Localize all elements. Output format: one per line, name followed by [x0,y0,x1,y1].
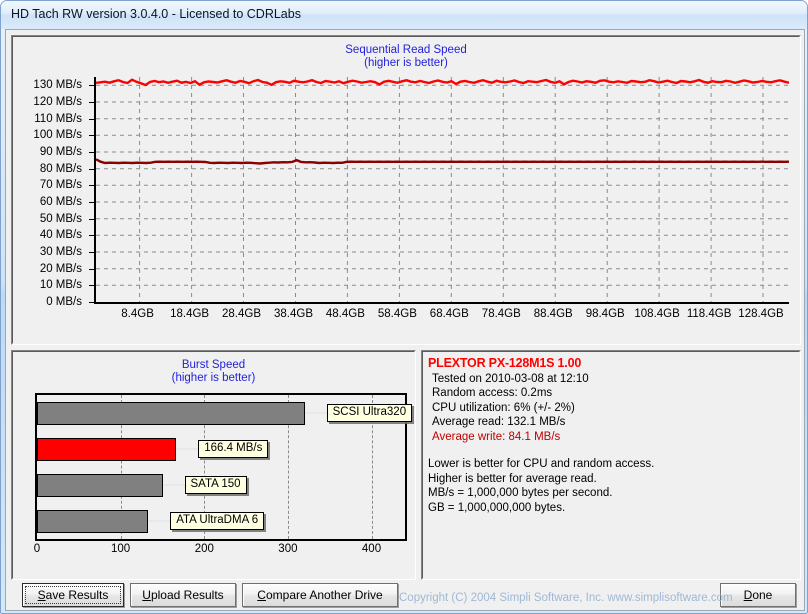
x-axis-label: 98.4GB [586,308,625,320]
y-axis-label: 20 MB/s [40,263,82,275]
y-axis-label: 0 MB/s [46,296,82,308]
results-stat-line: CPU utilization: 6% (+/- 2%) [428,401,795,416]
burst-speed-title: Burst Speed [12,359,415,372]
results-stat-line: Random access: 0.2ms [428,386,795,401]
y-axis-label: 90 MB/s [40,146,82,158]
x-axis-label: 18.4GB [170,308,209,320]
x-axis-label: 88.4GB [534,308,573,320]
y-axis-label: 40 MB/s [40,229,82,241]
x-axis-label: 38.4GB [274,308,313,320]
burst-bar [37,402,305,425]
accel-key: C [257,588,266,602]
upload-results-button[interactable]: Upload Results [130,583,236,607]
save-results-button[interactable]: Save Results [22,583,124,607]
y-axis-label: 70 MB/s [40,179,82,191]
y-axis-label: 110 MB/s [34,113,82,125]
burst-speed-panel: Burst Speed (higher is better) SCSI Ultr… [11,350,416,580]
upload-results-label: Upload Results [142,588,223,602]
burst-bar-label: ATA UltraDMA 6 [170,512,264,530]
results-note-line: GB = 1,000,000,000 bytes. [428,501,795,516]
burst-bar-label: SATA 150 [185,476,247,494]
burst-bar [37,438,176,461]
drive-model-name: PLEXTOR PX-128M1S 1.00 [428,356,795,371]
y-axis-label: 60 MB/s [40,196,82,208]
copyright-notice: Copyright (C) 2004 Simpli Software, Inc.… [399,592,709,604]
results-note-line: Lower is better for CPU and random acces… [428,457,795,472]
sequential-read-plot-wrap [94,77,789,304]
results-panel: PLEXTOR PX-128M1S 1.00 Tested on 2010-03… [421,350,801,580]
burst-leader-line [148,520,170,522]
burst-x-axis-label: 300 [278,543,297,555]
y-axis-label: 50 MB/s [40,213,82,225]
burst-x-axis-label: 200 [195,543,214,555]
accel-key: D [744,588,753,602]
sequential-read-svg [96,77,789,302]
results-stats-list: Tested on 2010-03-08 at 12:10Random acce… [428,372,795,430]
y-axis-label: 130 MB/s [33,79,82,91]
burst-speed-plot-wrap: SCSI Ultra320166.4 MB/sSATA 150ATA Ultra… [35,393,407,541]
burst-speed-subtitle: (higher is better) [12,372,415,385]
burst-leader-line [305,412,327,414]
results-note-line: MB/s = 1,000,000 bytes per second. [428,486,795,501]
results-note-line: Higher is better for average read. [428,472,795,487]
burst-x-axis-label: 400 [362,543,381,555]
y-axis-label: 120 MB/s [33,96,82,108]
focus-ring [25,586,121,604]
burst-x-axis-label: 100 [111,543,130,555]
x-axis-label: 68.4GB [430,308,469,320]
x-axis-label: 58.4GB [378,308,417,320]
burst-bar [37,510,148,533]
x-axis-label: 48.4GB [326,308,365,320]
sequential-read-title-block: Sequential Read Speed (higher is better) [12,44,800,70]
burst-speed-x-axis: 0 100 200 300 400 [35,543,415,561]
burst-x-axis-label: 0 [34,543,40,555]
title-bar: HD Tach RW version 3.0.4.0 - Licensed to… [1,1,807,29]
burst-leader-line [163,484,185,486]
sequential-read-panel: Sequential Read Speed (higher is better)… [11,35,801,345]
compare-another-drive-label: Compare Another Drive [257,588,382,602]
results-stat-line: Tested on 2010-03-08 at 12:10 [428,372,795,387]
client-area: Sequential Read Speed (higher is better)… [5,29,805,611]
burst-bar-label: 166.4 MB/s [198,440,268,458]
x-axis-label: 78.4GB [482,308,521,320]
x-axis-label: 8.4GB [121,308,154,320]
y-axis-label: 80 MB/s [40,163,82,175]
sequential-read-plot [94,77,789,304]
compare-another-drive-button[interactable]: Compare Another Drive [242,583,398,607]
sequential-read-x-axis: 8.4GB 18.4GB 28.4GB 38.4GB 48.4GB 58.4GB 68.4G… [94,308,794,328]
window-title: HD Tach RW version 3.0.4.0 - Licensed to… [11,7,301,21]
y-axis-label: 100 MB/s [33,129,82,141]
burst-leader-line [176,448,198,450]
app-window: HD Tach RW version 3.0.4.0 - Licensed to… [0,0,808,614]
results-stat-line: Average read: 132.1 MB/s [428,415,795,430]
sequential-read-title: Sequential Read Speed [12,44,800,57]
results-spacer [428,444,795,457]
sequential-read-subtitle: (higher is better) [12,57,800,70]
average-write-stat: Average write: 84.1 MB/s [428,430,795,445]
x-axis-label: 108.4GB [634,308,679,320]
burst-speed-plot: SCSI Ultra320166.4 MB/sSATA 150ATA Ultra… [35,393,407,541]
y-axis-label: 10 MB/s [40,279,82,291]
accel-key: U [142,588,151,602]
y-axis-label: 30 MB/s [40,246,82,258]
x-axis-label: 128.4GB [738,308,783,320]
done-label: Done [744,588,773,602]
x-axis-label: 28.4GB [222,308,261,320]
results-text: PLEXTOR PX-128M1S 1.00 Tested on 2010-03… [428,356,795,574]
burst-bar-label: SCSI Ultra320 [327,404,413,422]
results-notes-list: Lower is better for CPU and random acces… [428,457,795,515]
x-axis-label: 118.4GB [687,308,732,320]
burst-bar [37,474,163,497]
burst-speed-title-block: Burst Speed (higher is better) [12,359,415,385]
